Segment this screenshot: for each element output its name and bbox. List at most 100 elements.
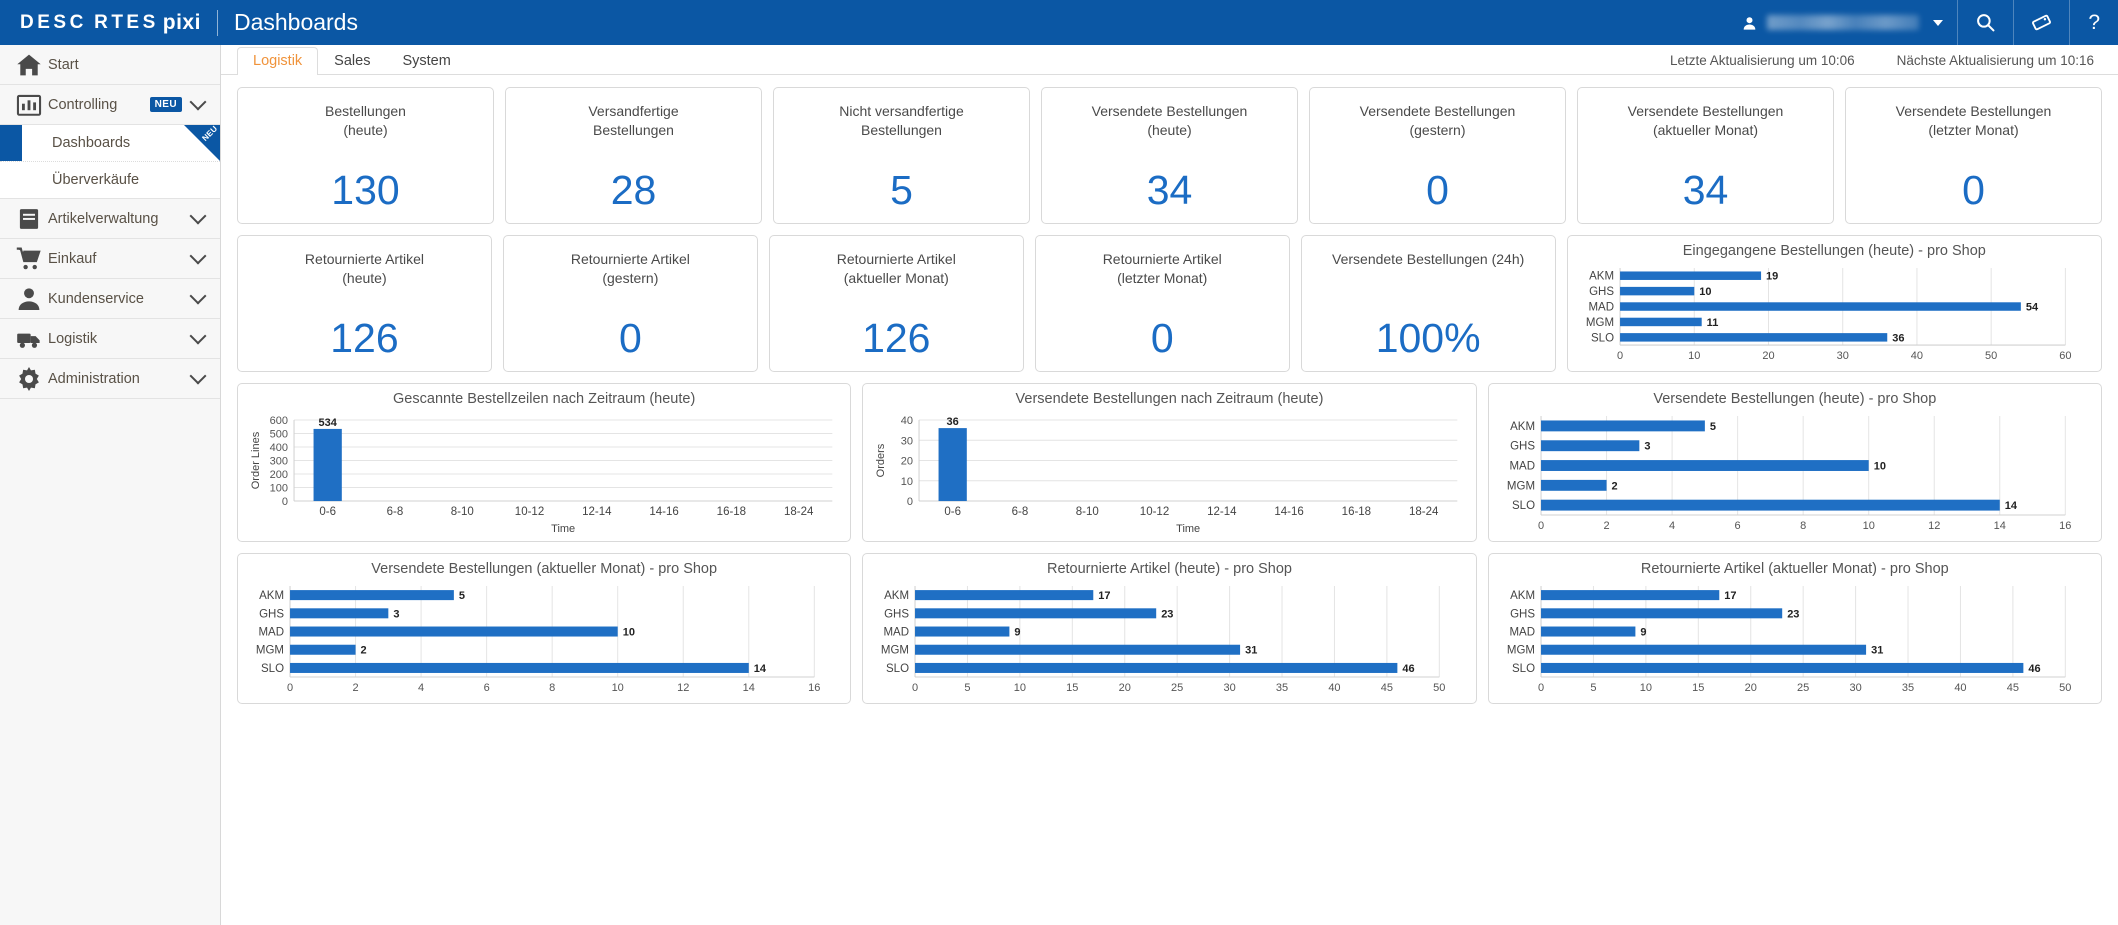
svg-text:35: 35 (1276, 682, 1288, 694)
sidebar-item-einkauf[interactable]: Einkauf (0, 239, 220, 279)
sidebar-item-controlling[interactable]: Controlling NEU (0, 85, 220, 125)
svg-text:534: 534 (318, 417, 337, 429)
svg-text:500: 500 (270, 429, 288, 441)
brand-logo[interactable]: DESC RTES pixi Dashboards (0, 0, 358, 45)
svg-text:MAD: MAD (1509, 627, 1535, 639)
svg-text:15: 15 (1692, 682, 1704, 694)
svg-text:Time: Time (1176, 523, 1200, 535)
kpi-card[interactable]: Retournierte Artikel (gestern) 0 (502, 235, 758, 372)
kpi-card[interactable]: Versendete Bestellungen (heute) 34 (1041, 87, 1298, 224)
kpi-card[interactable]: Bestellungen (heute) 130 (237, 87, 494, 224)
svg-text:5: 5 (965, 682, 971, 694)
sidebar-label-ueberverkaeufe: Überverkäufe (52, 172, 140, 188)
kpi-card[interactable]: Versandfertige Bestellungen 28 (505, 87, 762, 224)
gear-icon (16, 366, 42, 392)
svg-text:MGM: MGM (881, 645, 909, 657)
chart-title: Eingegangene Bestellungen (heute) - pro … (1682, 243, 1986, 259)
kpi-title: Retournierte Artikel (letzter Monat) (1102, 251, 1222, 286)
svg-text:60: 60 (2059, 350, 2071, 362)
chart-card-eingegangene-bestellungen-heute-pro-shop[interactable]: Eingegangene Bestellungen (heute) - pro … (1566, 235, 2103, 372)
help-button[interactable]: ? (2069, 0, 2118, 45)
svg-text:0: 0 (287, 682, 293, 694)
kpi-card[interactable]: Versendete Bestellungen (letzter Monat) … (1845, 87, 2102, 224)
svg-text:6-8: 6-8 (387, 506, 404, 518)
chart-card-gescannte-bestellzeilen-nach-zeitraum-heute[interactable]: Gescannte Bestellzeilen nach Zeitraum (h… (237, 383, 852, 542)
kpi-card[interactable]: Retournierte Artikel (aktueller Monat) 1… (768, 235, 1024, 372)
kpi-value: 28 (610, 167, 657, 213)
svg-text:9: 9 (1640, 627, 1646, 639)
kpi-card[interactable]: Versendete Bestellungen (gestern) 0 (1309, 87, 1566, 224)
svg-text:14: 14 (2004, 500, 2017, 512)
chart-plot: AKM 17 GHS 23 MAD 9 MGM 31 SLO 46 0 5 10 15 20 25 30 35 40… (873, 582, 1465, 697)
app-header: DESC RTES pixi Dashboards ? (0, 0, 2118, 45)
kpi-title: Versendete Bestellungen (24h) (1332, 251, 1525, 267)
tab-system[interactable]: System (386, 47, 466, 75)
kpi-value: 126 (862, 315, 931, 361)
svg-text:10: 10 (1862, 520, 1874, 532)
svg-text:MGM: MGM (256, 645, 284, 657)
svg-text:18-24: 18-24 (1409, 506, 1439, 518)
main-content: Logistik Sales System Letzte Aktualisier… (221, 45, 2118, 925)
kpi-title: Retournierte Artikel (gestern) (570, 251, 690, 286)
svg-text:10: 10 (1873, 461, 1885, 473)
svg-text:GHS: GHS (1589, 286, 1614, 298)
kpi-card[interactable]: Versendete Bestellungen (aktueller Monat… (1577, 87, 1834, 224)
svg-text:10: 10 (612, 682, 624, 694)
svg-text:17: 17 (1724, 590, 1736, 602)
svg-text:10: 10 (1639, 682, 1651, 694)
chart-card-versendete-bestellungen-aktueller-monat-pro-shop[interactable]: Versendete Bestellungen (aktueller Monat… (237, 553, 852, 704)
svg-text:18-24: 18-24 (784, 506, 814, 518)
svg-text:4: 4 (418, 682, 424, 694)
chart-card-versendete-bestellungen-heute-pro-shop[interactable]: Versendete Bestellungen (heute) - pro Sh… (1487, 383, 2102, 542)
sidebar-label-logistik: Logistik (48, 330, 98, 347)
sidebar-item-start[interactable]: Start (0, 45, 220, 85)
sidebar-label-einkauf: Einkauf (48, 250, 97, 267)
dashboard-grid: Bestellungen (heute) 130 Versandfertige … (221, 75, 2118, 704)
svg-text:20: 20 (1744, 682, 1756, 694)
sidebar-item-artikelverwaltung[interactable]: Artikelverwaltung (0, 199, 220, 239)
svg-text:9: 9 (1015, 627, 1021, 639)
svg-text:AKM: AKM (1510, 421, 1535, 433)
sidebar-item-logistik[interactable]: Logistik (0, 319, 220, 359)
tag-button[interactable] (2013, 0, 2069, 45)
tab-logistik[interactable]: Logistik (237, 47, 319, 75)
chart-card-versendete-bestellungen-nach-zeitraum-heute[interactable]: Versendete Bestellungen nach Zeitraum (h… (862, 383, 1477, 542)
kpi-card[interactable]: Versendete Bestellungen (24h) 100% (1300, 235, 1556, 372)
sidebar-label-dashboards: Dashboards (52, 135, 131, 151)
next-update-text: Nächste Aktualisierung um 10:16 (1896, 53, 2094, 68)
chart-plot: 0 100 200 300 400 500 600 534 0-6 6-8 8-10 10-12 12-… (248, 412, 840, 535)
kpi-title: Versendete Bestellungen (letzter Monat) (1895, 103, 2052, 138)
svg-text:30: 30 (1224, 682, 1236, 694)
svg-text:10: 10 (1688, 350, 1700, 362)
kpi-card[interactable]: Retournierte Artikel (letzter Monat) 0 (1034, 235, 1290, 372)
svg-text:3: 3 (393, 608, 399, 620)
svg-text:8: 8 (549, 682, 555, 694)
svg-text:GHS: GHS (1510, 441, 1535, 453)
sidebar-item-administration[interactable]: Administration (0, 359, 220, 399)
sidebar-item-kundenservice[interactable]: Kundenservice (0, 279, 220, 319)
search-button[interactable] (1957, 0, 2013, 45)
kpi-card[interactable]: Nicht versandfertige Bestellungen 5 (773, 87, 1030, 224)
chart-card-retournierte-artikel-heute-pro-shop[interactable]: Retournierte Artikel (heute) - pro Shop … (862, 553, 1477, 704)
svg-text:0-6: 0-6 (319, 506, 336, 518)
svg-text:45: 45 (1381, 682, 1393, 694)
svg-text:14: 14 (754, 663, 767, 675)
chart-card-retournierte-artikel-aktueller-monat-pro-shop[interactable]: Retournierte Artikel (aktueller Monat) -… (1487, 553, 2102, 704)
user-menu[interactable] (1724, 0, 1957, 45)
svg-text:10-12: 10-12 (1140, 506, 1169, 518)
chevron-down-icon (1933, 19, 1944, 26)
last-update-text: Letzte Aktualisierung um 10:06 (1670, 53, 1855, 68)
tab-sales[interactable]: Sales (318, 47, 386, 75)
svg-text:MAD: MAD (258, 627, 284, 639)
kpi-card[interactable]: Retournierte Artikel (heute) 126 (237, 235, 492, 372)
svg-text:6-8: 6-8 (1012, 506, 1029, 518)
svg-text:16-18: 16-18 (717, 506, 746, 518)
svg-text:200: 200 (270, 469, 288, 481)
chevron-down-icon (189, 93, 207, 111)
dashboard-tabs: Logistik Sales System Letzte Aktualisier… (221, 45, 2118, 75)
svg-text:SLO: SLO (261, 663, 284, 675)
kpi-value: 0 (1426, 167, 1449, 213)
svg-text:12: 12 (1928, 520, 1940, 532)
sidebar-item-dashboards[interactable]: Dashboards NEU (0, 125, 220, 162)
sidebar-item-ueberverkaeufe[interactable]: Überverkäufe (0, 162, 220, 199)
